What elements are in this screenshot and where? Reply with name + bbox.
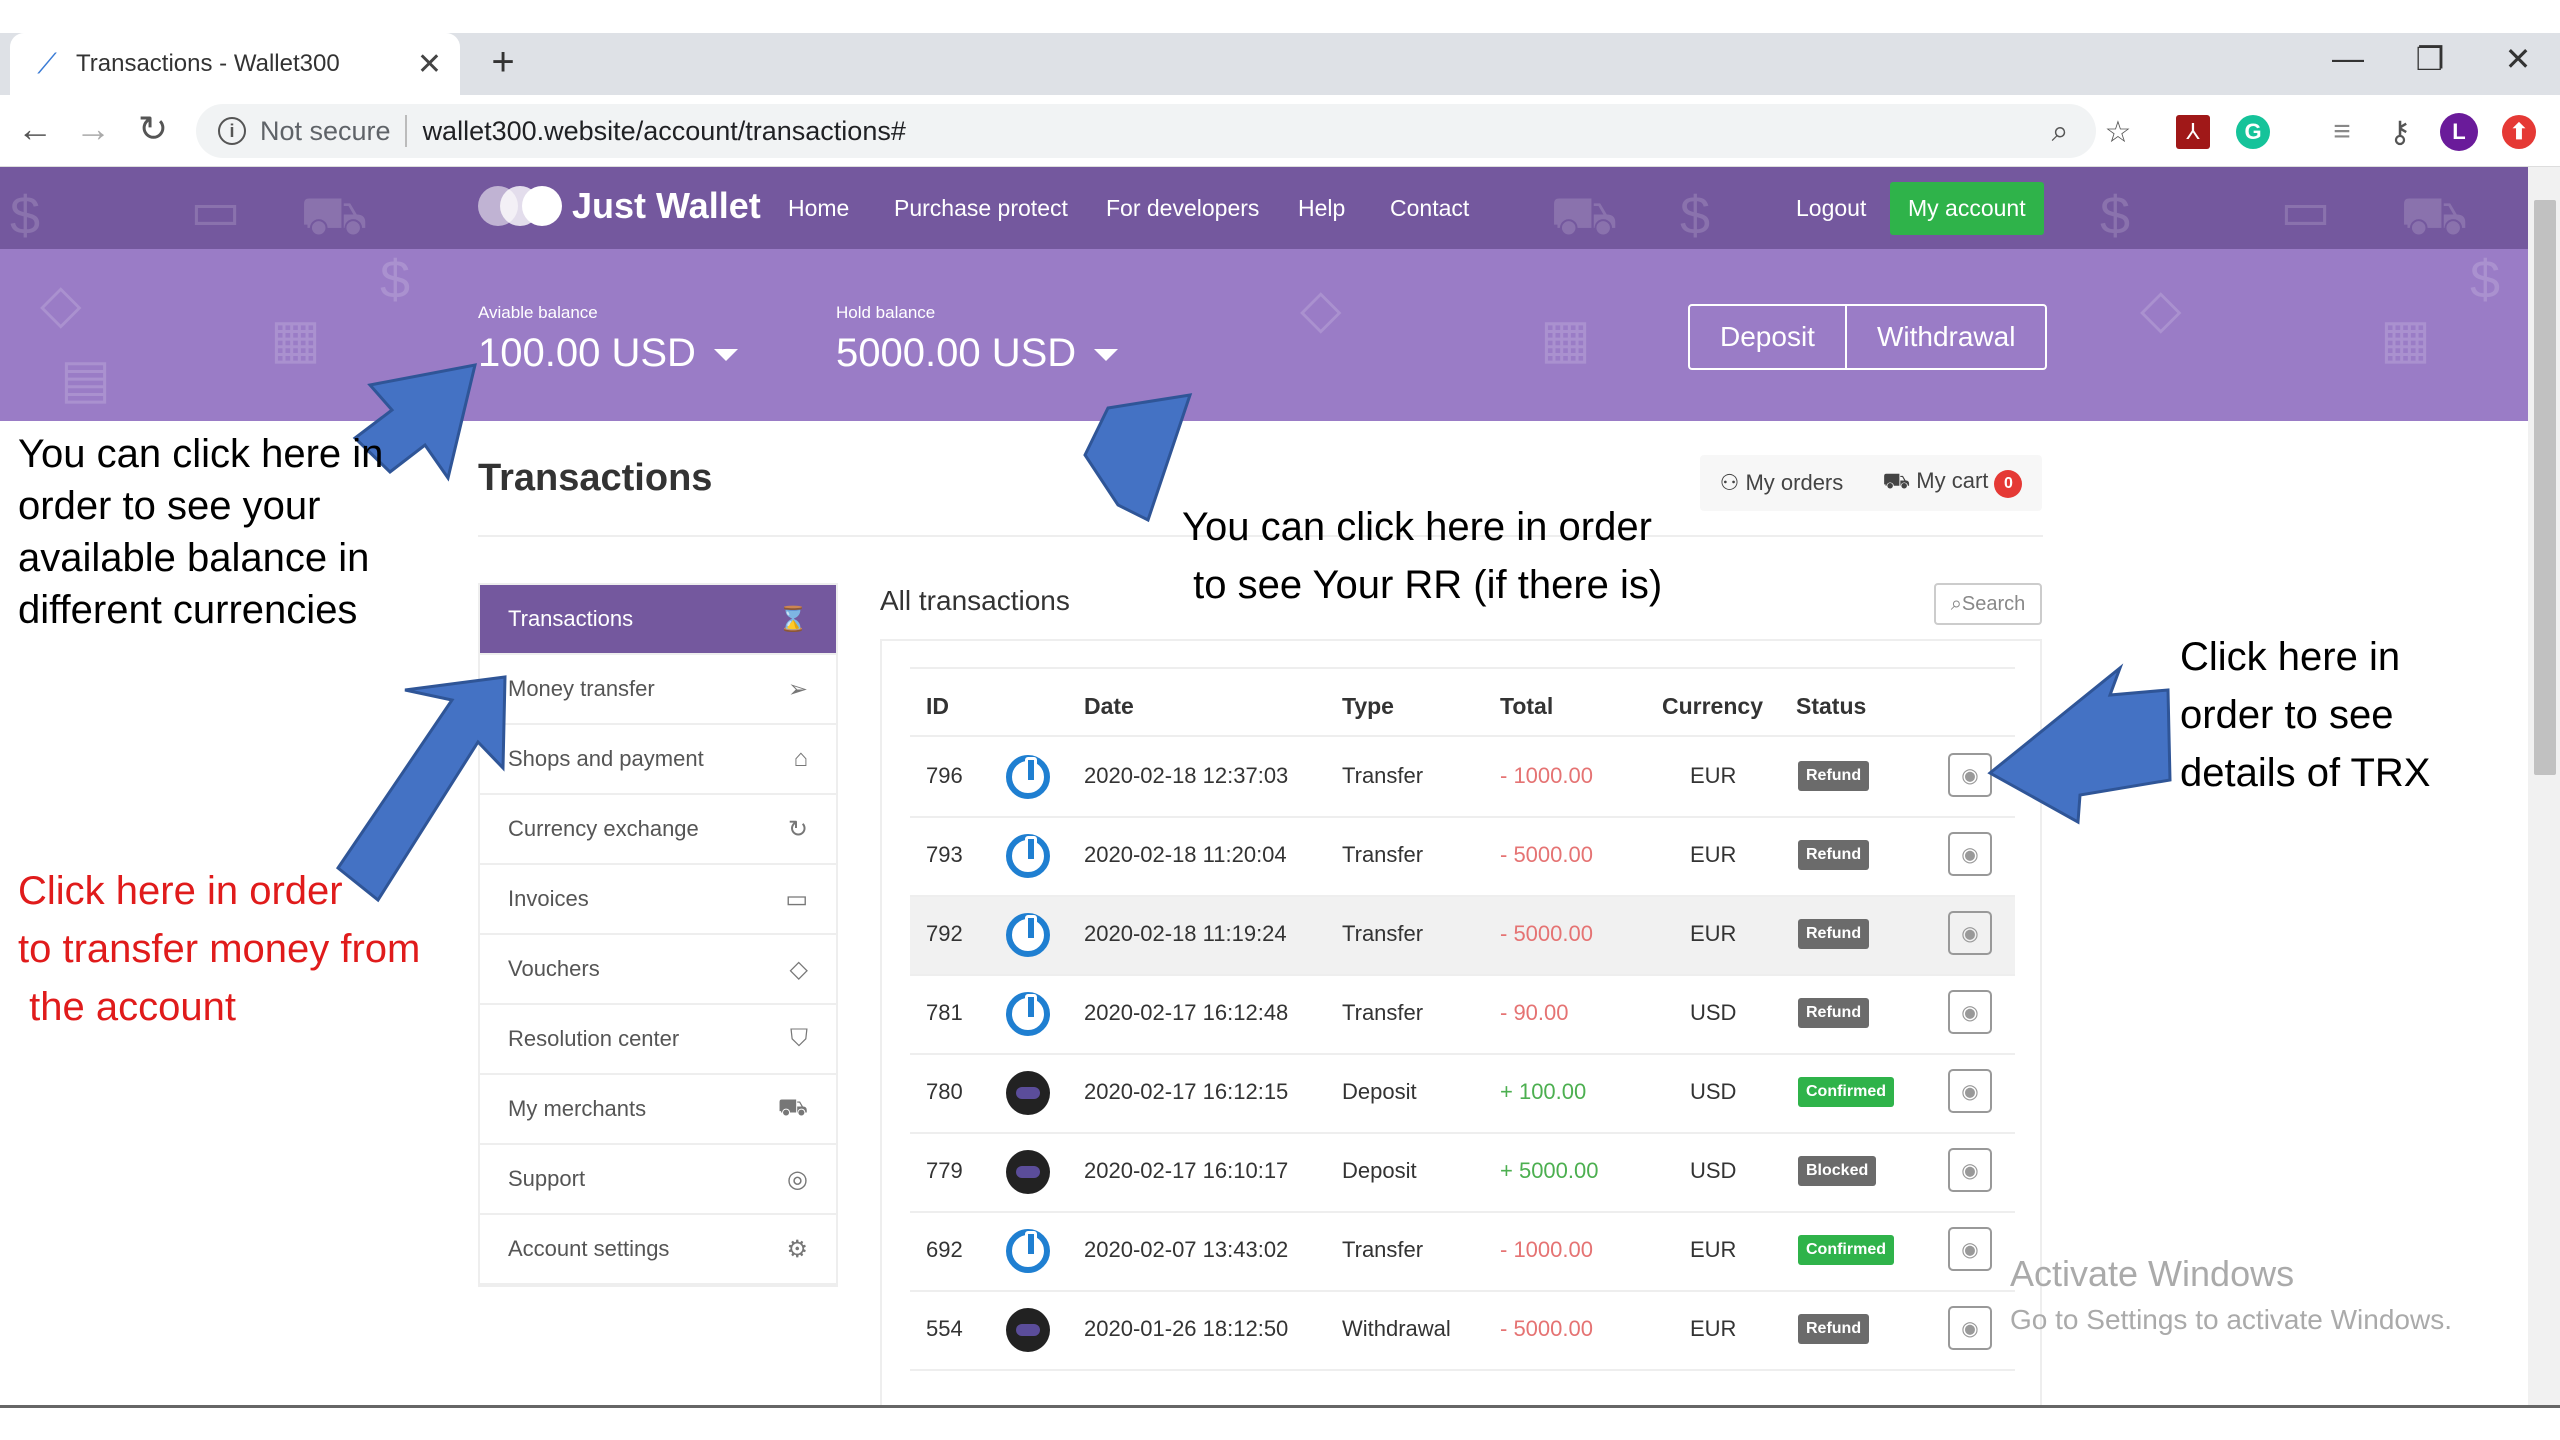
annotation-line: details of TRX xyxy=(2180,751,2431,795)
annotation-details: Click here in order to see details of TR… xyxy=(2180,628,2431,802)
annotation-line: You can click here in order xyxy=(1182,505,1652,549)
annotation-transfer: Click here in order to transfer money fr… xyxy=(18,862,420,1036)
annotation-line: the account xyxy=(18,985,236,1029)
annotation-balance: You can click here in order to see your … xyxy=(18,428,383,636)
screenshot: ⟋ Transactions - Wallet300 ✕ + — ❐ ✕ ← →… xyxy=(0,0,2560,1440)
annotation-line: to see Your RR (if there is) xyxy=(1182,563,1663,607)
annotation-line: available balance in xyxy=(18,536,370,580)
arrow-to-eye-button xyxy=(1987,663,2172,825)
annotation-arrows xyxy=(335,363,2172,903)
annotation-line: different currencies xyxy=(18,588,358,632)
annotation-line: Click here in order xyxy=(18,869,343,913)
annotation-line: to transfer money from xyxy=(18,927,421,971)
arrow-to-hold-balance xyxy=(1083,393,1193,523)
annotation-line: You can click here in xyxy=(18,432,384,476)
annotation-line: order to see xyxy=(2180,693,2394,737)
annotation-line: order to see your xyxy=(18,484,321,528)
annotation-line: Click here in xyxy=(2180,635,2401,679)
annotation-rr: You can click here in order to see Your … xyxy=(1182,498,1662,614)
